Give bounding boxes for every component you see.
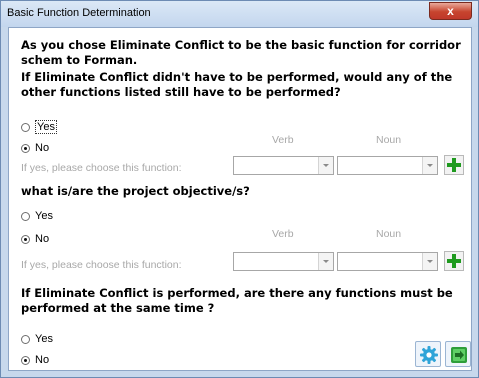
q2-add-function-button[interactable] <box>444 251 464 271</box>
radio-circle <box>21 355 30 365</box>
close-icon: x <box>447 4 454 18</box>
chevron-down-icon[interactable] <box>318 157 333 174</box>
q1-noun-header: Noun <box>376 134 402 146</box>
chevron-down-icon[interactable] <box>318 253 333 270</box>
green-plus-icon <box>447 254 461 268</box>
window-title: Basic Function Determination <box>7 7 151 19</box>
q3-yes-label: Yes <box>35 333 53 345</box>
q1-yes-label: Yes <box>35 120 57 134</box>
question-3-text: If Eliminate Conflict is performed, are … <box>21 286 453 315</box>
dialog-window: Basic Function Determination x As you ch… <box>0 0 479 378</box>
settings-button[interactable] <box>415 341 441 367</box>
question-1-text: If Eliminate Conflict didn't have to be … <box>21 70 453 99</box>
q1-yes-radio[interactable]: Yes <box>21 120 57 134</box>
q2-yes-radio[interactable]: Yes <box>21 209 53 223</box>
radio-circle <box>21 211 30 221</box>
q2-noun-header: Noun <box>376 228 402 240</box>
q3-yes-radio[interactable]: Yes <box>21 332 53 346</box>
q2-verb-header: Verb <box>272 228 294 240</box>
radio-circle <box>21 122 30 132</box>
dialog-content: As you chose Eliminate Conflict to be th… <box>8 27 472 371</box>
chevron-down-icon[interactable] <box>422 253 437 270</box>
q1-verb-combobox[interactable] <box>233 156 334 175</box>
close-button[interactable]: x <box>429 2 472 20</box>
title-bar[interactable]: Basic Function Determination x <box>1 1 478 27</box>
radio-circle <box>21 234 30 244</box>
q2-no-radio[interactable]: No <box>21 232 49 246</box>
q2-noun-combobox[interactable] <box>337 252 438 271</box>
q3-no-label: No <box>35 354 50 366</box>
q1-noun-combobox[interactable] <box>337 156 438 175</box>
intro-text: As you chose Eliminate Conflict to be th… <box>21 38 461 67</box>
q1-no-label: No <box>35 142 50 154</box>
q1-no-radio[interactable]: No <box>21 141 49 155</box>
next-button[interactable] <box>445 341 471 367</box>
q3-no-radio[interactable]: No <box>21 353 49 367</box>
q1-verb-header: Verb <box>272 134 294 146</box>
q1-choose-hint: If yes, please choose this function: <box>21 162 182 174</box>
q1-add-function-button[interactable] <box>444 155 464 175</box>
next-arrow-icon <box>451 347 467 363</box>
q2-yes-label: Yes <box>35 210 53 222</box>
radio-circle <box>21 334 30 344</box>
q2-no-label: No <box>35 233 50 245</box>
q2-choose-hint: If yes, please choose this function: <box>21 259 182 271</box>
green-plus-icon <box>447 158 461 172</box>
question-2-text: what is/are the project objective/s? <box>21 184 250 198</box>
radio-circle <box>21 143 30 153</box>
chevron-down-icon[interactable] <box>422 157 437 174</box>
gear-icon <box>420 346 438 364</box>
q2-verb-combobox[interactable] <box>233 252 334 271</box>
